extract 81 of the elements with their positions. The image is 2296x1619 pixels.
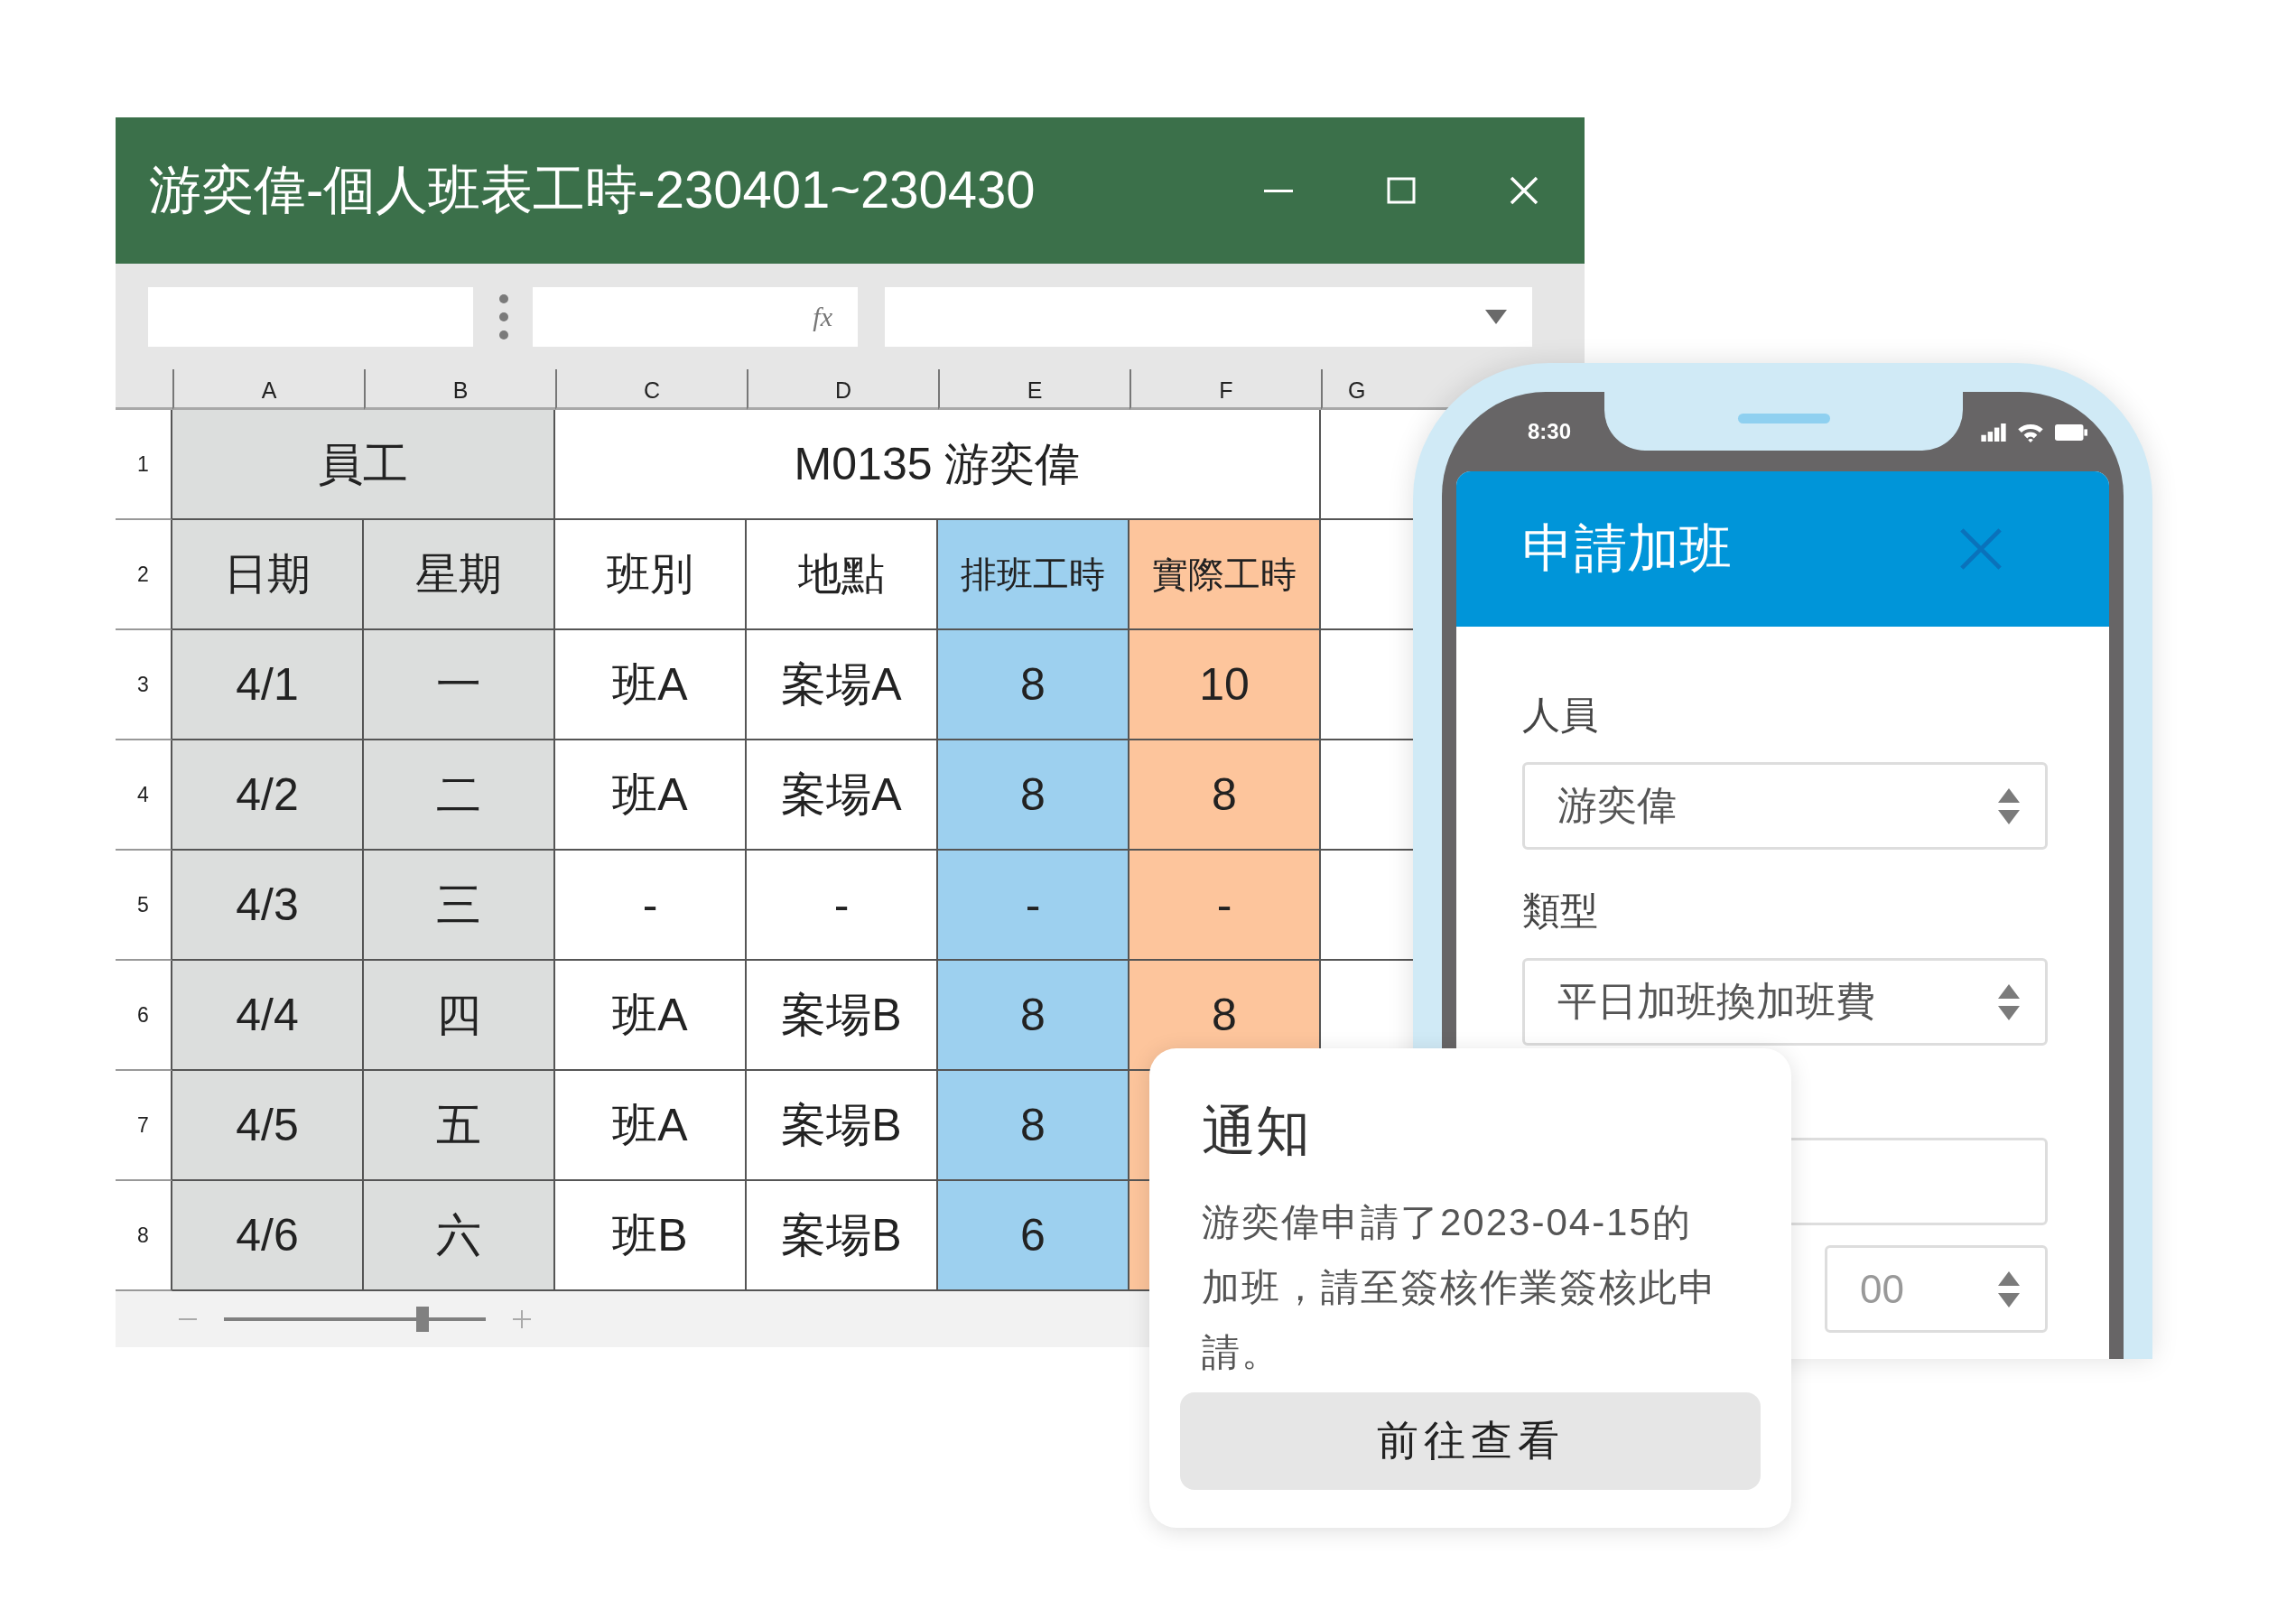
select-field[interactable]: 游奕偉 [1522, 762, 2048, 850]
table-cell: - [938, 851, 1129, 961]
dropdown-field[interactable] [885, 286, 1532, 347]
number-input[interactable]: 00 [1860, 1266, 1968, 1312]
notification-title: 通知 [1202, 1100, 1311, 1163]
table-cell: 案場B [747, 961, 938, 1071]
view-button[interactable]: 前往查看 [1180, 1392, 1761, 1490]
up-down-arrows-icon [1998, 1270, 2020, 1307]
table-cell: 地點 [747, 520, 938, 630]
table-cell: 4/3 [172, 851, 364, 961]
column-header[interactable]: F [1219, 377, 1233, 404]
table-cell: 班B [555, 1181, 747, 1291]
number-field[interactable]: 00 [1825, 1245, 2048, 1333]
table-cell: 五 [364, 1071, 555, 1181]
table-cell: 四 [364, 961, 555, 1071]
column-header[interactable]: B [452, 377, 469, 404]
row-number[interactable]: 5 [116, 851, 172, 961]
table-cell: 二 [364, 740, 555, 851]
table-cell: 4/4 [172, 961, 364, 1071]
table-cell: 8 [938, 1071, 1129, 1181]
table-cell: 4/2 [172, 740, 364, 851]
table-cell: 4/1 [172, 630, 364, 740]
table-cell: 員工 [172, 410, 555, 520]
caret-icon[interactable] [1485, 309, 1507, 324]
row-number[interactable]: 7 [116, 1071, 172, 1181]
table-cell: 4/5 [172, 1071, 364, 1181]
wifi-icon [2017, 423, 2044, 442]
window-title: 游奕偉-個人班表工時-230401~230430 [149, 159, 1036, 220]
row-number[interactable]: 3 [116, 630, 172, 740]
table-cell: 班別 [555, 520, 747, 630]
table-cell: 8 [938, 740, 1129, 851]
table-cell: 案場B [747, 1181, 938, 1291]
table-cell: - [747, 851, 938, 961]
table-cell: 班A [555, 740, 747, 851]
field-label: 類型 [1522, 889, 1599, 934]
table-cell: 排班工時 [938, 520, 1129, 630]
column-header[interactable]: E [1027, 377, 1043, 404]
column-header[interactable]: D [834, 377, 852, 404]
table-cell: 4/6 [172, 1181, 364, 1291]
plus-icon[interactable] [513, 1310, 531, 1328]
table-cell: 案場A [747, 630, 938, 740]
up-down-arrows-icon [1998, 787, 2020, 824]
row-number[interactable]: 8 [116, 1181, 172, 1291]
table-cell: 日期 [172, 520, 364, 630]
table-cell: 8 [938, 630, 1129, 740]
row-number[interactable]: 2 [116, 520, 172, 630]
table-cell: M0135 游奕偉 [555, 410, 1321, 520]
table-cell: 10 [1129, 630, 1321, 740]
table-cell: 案場B [747, 1071, 938, 1181]
table-cell: 班A [555, 961, 747, 1071]
table-cell: 8 [938, 961, 1129, 1071]
table-cell: 六 [364, 1181, 555, 1291]
table-cell: 實際工時 [1129, 520, 1321, 630]
select-field[interactable]: 平日加班換加班費 [1522, 958, 2048, 1046]
row-number[interactable]: 1 [116, 410, 172, 520]
field-label: 人員 [1522, 693, 1599, 738]
dialog-title: 申請加班 [1522, 517, 1732, 579]
table-cell: 8 [1129, 740, 1321, 851]
table-cell: 案場A [747, 740, 938, 851]
speaker-icon [1737, 414, 1830, 423]
row-number[interactable]: 6 [116, 961, 172, 1071]
table-cell: 星期 [364, 520, 555, 630]
status-time: 8:30 [1528, 419, 1572, 444]
table-cell: 班A [555, 630, 747, 740]
notification-message: 游奕偉申請了2023-04-15的加班，請至簽核作業簽核此申請。 [1202, 1200, 1719, 1375]
formula-field[interactable]: fx [533, 286, 858, 347]
row-number[interactable]: 4 [116, 740, 172, 851]
signal-icon [1981, 423, 2006, 442]
table-cell: 班A [555, 1071, 747, 1181]
column-header[interactable]: G [1348, 377, 1366, 404]
table-cell: - [1129, 851, 1321, 961]
up-down-arrows-icon [1998, 983, 2020, 1020]
more-icon[interactable] [498, 293, 509, 340]
column-header[interactable]: A [261, 377, 277, 404]
battery-icon [2055, 424, 2087, 441]
table-cell: 6 [938, 1181, 1129, 1291]
maximize-icon[interactable] [1386, 175, 1417, 206]
table-cell: 一 [364, 630, 555, 740]
table-cell: - [555, 851, 747, 961]
table-cell: 三 [364, 851, 555, 961]
column-header[interactable]: C [643, 377, 661, 404]
